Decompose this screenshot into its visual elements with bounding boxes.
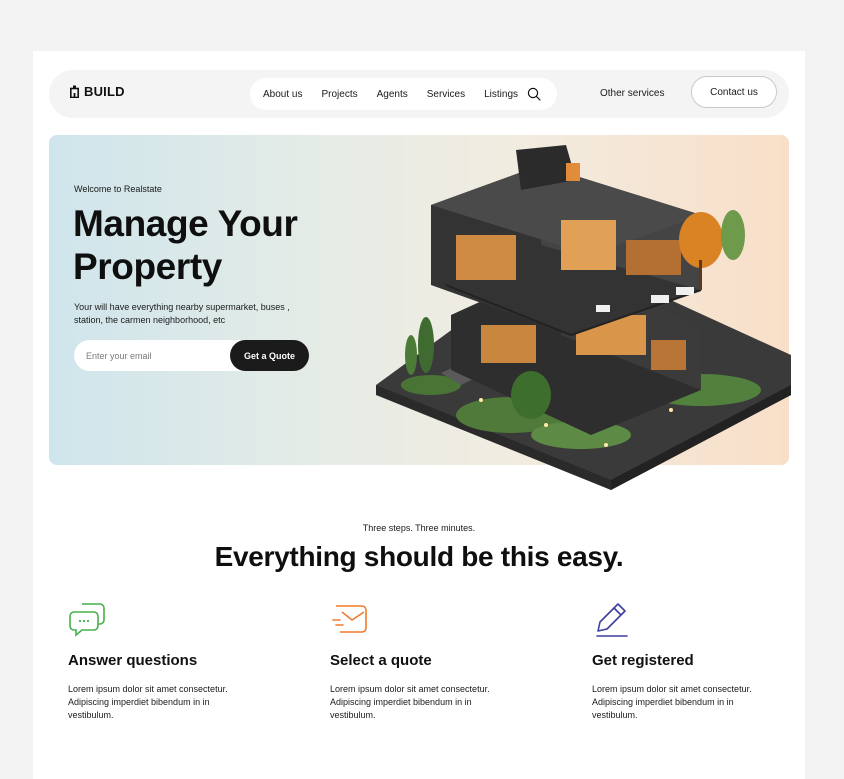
steps-eyebrow: Three steps. Three minutes. <box>362 523 476 533</box>
nav-link-services[interactable]: Services <box>427 89 465 100</box>
email-input[interactable] <box>86 340 226 371</box>
pen-icon <box>592 603 632 644</box>
step-text: Lorem ipsum dolor sit amet consectetur. … <box>68 684 228 720</box>
landing-page: BUILD About us Projects Agents Services … <box>33 51 805 779</box>
brand-logo[interactable]: BUILD <box>70 84 125 99</box>
get-quote-button[interactable]: Get a Quote <box>230 340 309 371</box>
step-answer-questions: Answer questions Lorem ipsum dolor sit a… <box>68 600 258 720</box>
hero-banner: Welcome to Realstate Manage Your Propert… <box>49 135 791 490</box>
top-navigation: BUILD About us Projects Agents Services … <box>49 70 789 118</box>
main-menu: About us Projects Agents Services Listin… <box>250 78 557 110</box>
step-title: Select a quote <box>330 652 432 669</box>
house-illustration <box>376 145 791 490</box>
nav-link-agents[interactable]: Agents <box>377 89 408 100</box>
step-text: Lorem ipsum dolor sit amet consectetur. … <box>330 684 490 720</box>
hero-eyebrow: Welcome to Realstate <box>74 184 162 194</box>
mail-quote-icon <box>330 605 370 644</box>
hero-headline: Manage Your Property <box>73 203 298 287</box>
chat-bubbles-icon <box>68 603 108 644</box>
step-title: Answer questions <box>68 652 198 669</box>
other-services-link[interactable]: Other services <box>600 88 664 99</box>
hero-subtext: Your will have everything nearby superma… <box>74 302 290 325</box>
step-text: Lorem ipsum dolor sit amet consectetur. … <box>592 684 752 720</box>
contact-us-button[interactable]: Contact us <box>691 76 777 108</box>
nav-link-listings[interactable]: Listings <box>484 89 518 100</box>
brand-name: BUILD <box>84 84 125 99</box>
steps-title: Everything should be this easy. <box>214 541 624 572</box>
step-select-quote: Select a quote Lorem ipsum dolor sit ame… <box>330 600 520 720</box>
nav-link-about[interactable]: About us <box>263 89 302 100</box>
search-icon[interactable] <box>527 87 541 101</box>
step-get-registered: Get registered Lorem ipsum dolor sit ame… <box>592 600 782 720</box>
nav-link-projects[interactable]: Projects <box>321 89 357 100</box>
email-signup: Get a Quote <box>74 340 309 371</box>
building-icon <box>70 85 79 98</box>
step-title: Get registered <box>592 652 694 669</box>
